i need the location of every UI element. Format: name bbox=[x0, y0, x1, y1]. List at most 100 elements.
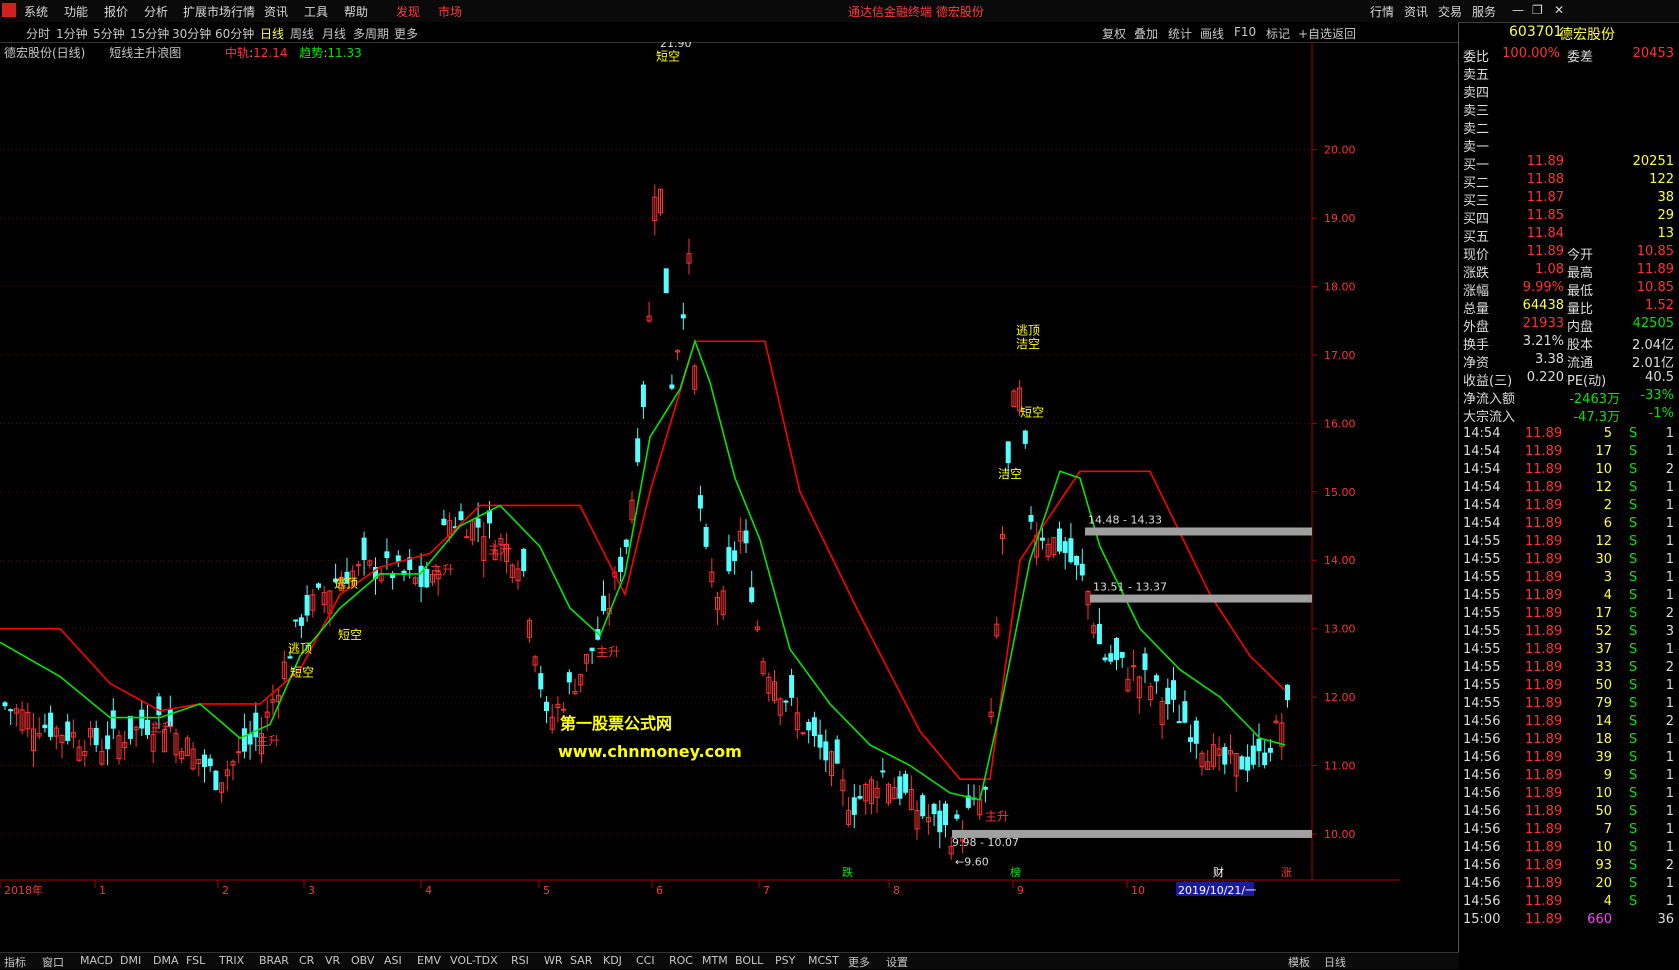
period-tab[interactable]: 多周期 bbox=[353, 25, 389, 42]
indicator-tab[interactable]: TRIX bbox=[219, 954, 244, 967]
candle-body bbox=[395, 555, 401, 562]
indicator-tab[interactable]: BOLL bbox=[735, 954, 763, 967]
period-tab[interactable]: 分时 bbox=[26, 25, 50, 42]
period-tab-more[interactable]: 更多 bbox=[394, 25, 418, 42]
tick-price: 11.89 bbox=[1525, 912, 1563, 927]
bid-volume: 38 bbox=[1657, 190, 1674, 205]
period-tab[interactable]: 周线 bbox=[290, 25, 314, 42]
y-tick-label: 11.00 bbox=[1324, 760, 1356, 773]
menu-extended-market[interactable]: 扩展市场行情 bbox=[183, 3, 255, 20]
indicator-tab[interactable]: RSI bbox=[511, 954, 529, 967]
signal-marker: 主升 bbox=[150, 720, 174, 734]
candle-body bbox=[703, 527, 709, 547]
tick-row: 14:54 11.89 10 S 2 bbox=[1459, 462, 1679, 480]
menu-market[interactable]: 市场 bbox=[438, 3, 462, 20]
menu-tools[interactable]: 工具 bbox=[304, 3, 328, 20]
kline-chart[interactable]: 20.00 19.00 18.00 17.00 16.00 15.00 14.00 13.00… bbox=[0, 42, 1400, 938]
stat-value: 2.04亿 bbox=[1632, 338, 1674, 353]
tool-adjust[interactable]: 复权 bbox=[1102, 25, 1126, 42]
tick-volume: 2 bbox=[1603, 498, 1612, 513]
indicator-tab[interactable]: FSL bbox=[186, 954, 205, 967]
period-tab[interactable]: 月线 bbox=[322, 25, 346, 42]
indicator-tab[interactable]: ASI bbox=[384, 954, 402, 967]
indicator-tab[interactable]: ROC bbox=[669, 954, 693, 967]
candle-body bbox=[640, 384, 646, 408]
indicator-tab[interactable]: VOL-TDX bbox=[450, 954, 498, 967]
indicator-tab[interactable]: MTM bbox=[702, 954, 728, 967]
indicator-tab[interactable]: DMA bbox=[153, 954, 179, 967]
indicator-tab[interactable]: PSY bbox=[775, 954, 795, 967]
indicator-tab[interactable]: EMV bbox=[417, 954, 441, 967]
indicator-tab[interactable]: CR bbox=[299, 954, 314, 967]
bid-row: 买一 11.89 20251 bbox=[1459, 154, 1679, 173]
signal-marker: 短空 bbox=[1020, 406, 1044, 420]
chart-canvas[interactable]: 20.00 19.00 18.00 17.00 16.00 15.00 14.00 13.00… bbox=[0, 42, 1400, 938]
tick-row: 14:56 11.89 14 S 2 bbox=[1459, 714, 1679, 732]
signal-marker: 短空 bbox=[656, 50, 680, 64]
tick-volume: 17 bbox=[1595, 606, 1612, 621]
candle-body bbox=[943, 803, 948, 826]
indicator-tab[interactable]: WR bbox=[544, 954, 563, 967]
period-tab[interactable]: 5分钟 bbox=[93, 25, 125, 42]
period-tab[interactable]: 60分钟 bbox=[215, 25, 254, 42]
menu-analysis[interactable]: 分析 bbox=[144, 3, 168, 20]
indicator-tab[interactable]: OBV bbox=[351, 954, 374, 967]
indicator-tab[interactable]: KDJ bbox=[603, 954, 622, 967]
tool-mark[interactable]: 标记 bbox=[1266, 25, 1290, 42]
tick-row: 14:54 11.89 17 S 1 bbox=[1459, 444, 1679, 462]
candle-body bbox=[145, 719, 150, 735]
menu-function[interactable]: 功能 bbox=[64, 3, 88, 20]
tick-price: 11.89 bbox=[1525, 624, 1563, 639]
flow-label: 净流入额 bbox=[1463, 392, 1516, 407]
stat-label: 内盘 bbox=[1567, 320, 1594, 335]
stat-label: 股本 bbox=[1567, 338, 1594, 353]
stat-label: 流通 bbox=[1567, 356, 1594, 371]
ask-row: 卖一 bbox=[1459, 136, 1679, 155]
menu-quote[interactable]: 报价 bbox=[104, 3, 128, 20]
indicator-tab[interactable]: DMI bbox=[120, 954, 141, 967]
period-tab[interactable]: 15分钟 bbox=[130, 25, 169, 42]
indicator-tab[interactable]: MCST bbox=[808, 954, 839, 967]
tick-time: 14:54 bbox=[1463, 498, 1501, 513]
tick-row: 14:55 11.89 30 S 1 bbox=[1459, 552, 1679, 570]
top-tab-quotes[interactable]: 行情 bbox=[1370, 3, 1394, 20]
tick-side: S bbox=[1629, 732, 1638, 747]
tick-row: 14:55 11.89 4 S 1 bbox=[1459, 588, 1679, 606]
tool-draw[interactable]: 画线 bbox=[1200, 25, 1224, 42]
candle-body bbox=[42, 724, 48, 729]
minimize-icon[interactable]: — bbox=[1512, 3, 1524, 17]
close-icon[interactable]: ✕ bbox=[1554, 3, 1564, 17]
tick-price: 11.89 bbox=[1525, 426, 1563, 441]
stat-row: 现价 11.89 今开 10.85 bbox=[1459, 244, 1679, 263]
period-tab[interactable]: 1分钟 bbox=[56, 25, 88, 42]
event-tag: 榜 bbox=[1010, 865, 1021, 879]
ask-row: 卖四 bbox=[1459, 82, 1679, 101]
tick-time: 14:56 bbox=[1463, 786, 1501, 801]
tool-back[interactable]: 返回 bbox=[1332, 25, 1356, 42]
candle-body bbox=[1245, 756, 1251, 771]
menu-news[interactable]: 资讯 bbox=[264, 3, 288, 20]
tool-f10[interactable]: F10 bbox=[1234, 25, 1256, 39]
indicator-tab[interactable]: BRAR bbox=[259, 954, 289, 967]
indicator-tab[interactable]: SAR bbox=[570, 954, 592, 967]
top-tab-service[interactable]: 服务 bbox=[1472, 3, 1496, 20]
tick-volume: 4 bbox=[1603, 588, 1612, 603]
period-tab-daily[interactable]: 日线 bbox=[260, 25, 284, 42]
top-tab-trade[interactable]: 交易 bbox=[1438, 3, 1462, 20]
menu-discover[interactable]: 发现 bbox=[396, 3, 420, 20]
period-tab[interactable]: 30分钟 bbox=[172, 25, 211, 42]
restore-icon[interactable]: ❐ bbox=[1532, 3, 1543, 17]
candle-body bbox=[464, 536, 470, 539]
indicator-tab[interactable]: VR bbox=[325, 954, 340, 967]
top-tab-news[interactable]: 资讯 bbox=[1404, 3, 1428, 20]
tool-add-watchlist[interactable]: +自选 bbox=[1298, 25, 1332, 42]
tick-volume: 30 bbox=[1595, 552, 1612, 567]
tool-stats[interactable]: 统计 bbox=[1168, 25, 1192, 42]
indicator-tab[interactable]: CCI bbox=[636, 954, 655, 967]
tick-volume: 20 bbox=[1595, 876, 1612, 891]
tool-overlay[interactable]: 叠加 bbox=[1134, 25, 1158, 42]
indicator-tab[interactable]: MACD bbox=[80, 954, 113, 967]
bid-row: 买三 11.87 38 bbox=[1459, 190, 1679, 209]
menu-help[interactable]: 帮助 bbox=[344, 3, 368, 20]
menu-system[interactable]: 系统 bbox=[24, 3, 48, 20]
